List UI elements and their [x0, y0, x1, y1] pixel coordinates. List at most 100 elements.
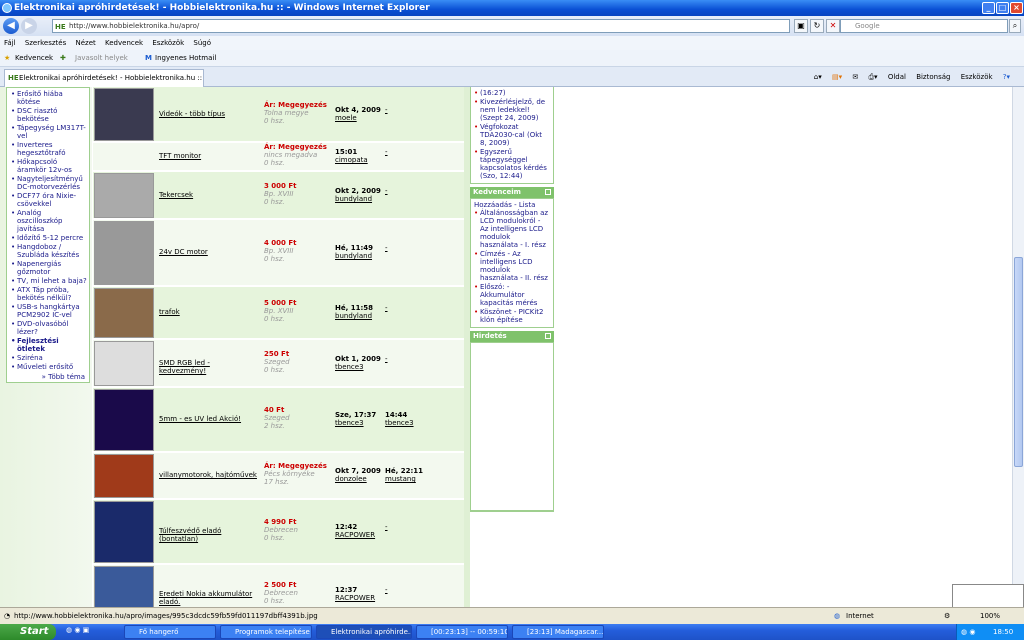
last-reply-user[interactable]: - — [385, 304, 388, 312]
menu-tools[interactable]: Eszközök — [152, 39, 184, 47]
last-reply-user[interactable]: mustang — [385, 475, 416, 483]
minimize-button[interactable]: _ — [982, 2, 995, 14]
topic-link[interactable]: Tápegység LM317T-vel — [11, 124, 87, 140]
help-icon[interactable]: ?▾ — [1003, 73, 1010, 81]
tray-icons[interactable]: ◍ ◉ — [961, 624, 975, 640]
menu-file[interactable]: Fájl — [4, 39, 16, 47]
listing-user-link[interactable]: moele — [335, 114, 357, 122]
listing-thumbnail[interactable] — [94, 288, 154, 338]
last-reply-user[interactable]: - — [385, 523, 388, 531]
favorite-article-link[interactable]: Címzés - Az intelligens LCD modulok hasz… — [474, 250, 550, 282]
more-topics-link[interactable]: » Több téma — [11, 373, 87, 381]
suggested-sites-link[interactable]: Javasolt helyek — [75, 50, 128, 67]
safety-menu[interactable]: Biztonság — [916, 73, 950, 81]
favorites-button[interactable]: Kedvencek — [15, 50, 53, 67]
recent-topic-link[interactable]: (16:27) — [474, 89, 550, 97]
expand-icon[interactable] — [545, 189, 551, 195]
task-ie[interactable]: Elektronikai apróhirde... — [316, 625, 412, 639]
last-reply-user[interactable]: - — [385, 586, 388, 594]
listing-title-link[interactable]: trafok — [159, 308, 180, 316]
topic-link[interactable]: USB-s hangkártya PCM2902 IC-vel — [11, 303, 87, 319]
topic-link[interactable]: DCF77 óra Nixie-csövekkel — [11, 192, 87, 208]
search-icon[interactable]: ⌕ — [1009, 19, 1021, 33]
listing-user-link[interactable]: donzolee — [335, 475, 367, 483]
topic-link[interactable]: TV, mi lehet a baja? — [11, 277, 87, 285]
topic-link[interactable]: Inverteres hegesztőtrafó — [11, 141, 87, 157]
listing-thumbnail[interactable] — [94, 501, 154, 563]
topic-link[interactable]: DVD-olvasóból lézer? — [11, 320, 87, 336]
expand-icon[interactable] — [545, 333, 551, 339]
menu-view[interactable]: Nézet — [75, 39, 95, 47]
last-reply-user[interactable]: - — [385, 244, 388, 252]
listing-user-link[interactable]: cimopata — [335, 156, 368, 164]
task-player[interactable]: [00:23:13] -- 00:59:10] — [416, 625, 508, 639]
listing-thumbnail[interactable] — [94, 88, 154, 141]
listing-title-link[interactable]: Túlfeszvédő eladó (bontatlan) — [159, 527, 221, 543]
topic-link[interactable]: Időzítő 5-12 percre — [11, 234, 87, 242]
compat-view-icon[interactable]: ▣ — [794, 19, 808, 33]
listing-title-link[interactable]: Eredeti Nokia akkumulátor eladó. — [159, 590, 252, 606]
url-input[interactable]: HE http://www.hobbielektronika.hu/apro/ — [52, 19, 790, 33]
listing-title-link[interactable]: Videók - több típus — [159, 110, 225, 118]
recent-topic-link[interactable]: Végfokozat TDA2030-cal (Okt 8, 2009) — [474, 123, 550, 147]
print-icon[interactable]: ⎙▾ — [868, 73, 877, 81]
scrollbar-thumb[interactable] — [1014, 257, 1023, 467]
last-reply-user[interactable]: tbence3 — [385, 419, 414, 427]
start-button[interactable]: Start — [0, 624, 56, 640]
listing-thumbnail[interactable] — [94, 221, 154, 285]
listing-title-link[interactable]: TFT monitor — [159, 152, 201, 160]
topic-link[interactable]: Fejlesztési ötletek — [11, 337, 87, 353]
topic-link[interactable]: DSC riasztó bekötése — [11, 107, 87, 123]
favorite-article-link[interactable]: Előszó: - Akkumulátor kapacitás mérés — [474, 283, 550, 307]
tools-menu[interactable]: Eszközök — [961, 73, 993, 81]
favorites-add-list-link[interactable]: Hozzáadás - Lista — [474, 201, 550, 209]
menu-edit[interactable]: Szerkesztés — [25, 39, 66, 47]
listing-title-link[interactable]: Tekercsek — [159, 191, 193, 199]
topic-link[interactable]: ATX Táp próba, bekötés nélkül? — [11, 286, 87, 302]
stop-icon[interactable]: ✕ — [826, 19, 840, 33]
listing-user-link[interactable]: tbence3 — [335, 363, 364, 371]
zoom-level[interactable]: 100% — [980, 608, 1000, 624]
mail-icon[interactable]: ✉ — [852, 73, 858, 81]
topic-link[interactable]: Műveleti erősítő — [11, 363, 87, 371]
refresh-icon[interactable]: ↻ — [810, 19, 824, 33]
topic-link[interactable]: Hőkapcsoló áramkör 12v-os — [11, 158, 87, 174]
last-reply-user[interactable]: - — [385, 148, 388, 156]
add-favorite-icon[interactable]: ✚ — [60, 50, 66, 67]
forward-icon[interactable]: ▶ — [21, 18, 37, 34]
task-volume[interactable]: Fő hangerő — [124, 625, 216, 639]
menu-favorites[interactable]: Kedvencek — [105, 39, 143, 47]
menu-help[interactable]: Súgó — [193, 39, 211, 47]
page-menu[interactable]: Oldal — [888, 73, 906, 81]
listing-user-link[interactable]: bundyland — [335, 195, 372, 203]
task-programs[interactable]: Programok telepítése ... — [220, 625, 312, 639]
listing-thumbnail[interactable] — [94, 454, 154, 498]
favorite-article-link[interactable]: Általánosságban az LCD modulokról - Az i… — [474, 209, 550, 249]
topic-link[interactable]: Erősítő hiába kötése — [11, 90, 87, 106]
listing-user-link[interactable]: RACPOWER — [335, 594, 375, 602]
listing-title-link[interactable]: 24v DC motor — [159, 248, 208, 256]
feeds-icon[interactable]: ▤▾ — [832, 73, 842, 81]
task-madagascar[interactable]: [23:13] Madagascar.... — [512, 625, 604, 639]
recent-topic-link[interactable]: Egyszerű tápegységgel kapcsolatos kérdés… — [474, 148, 550, 180]
recent-topic-link[interactable]: Kivezérlésjelző, de nem ledekkel! (Szept… — [474, 98, 550, 122]
protected-mode-icon[interactable]: ⚙ — [944, 608, 950, 624]
listing-user-link[interactable]: tbence3 — [335, 419, 364, 427]
listing-user-link[interactable]: bundyland — [335, 312, 372, 320]
hotmail-link[interactable]: Ingyenes Hotmail — [155, 50, 216, 67]
listing-user-link[interactable]: bundyland — [335, 252, 372, 260]
quick-launch-icons[interactable]: ◍ ◉ ▣ — [66, 626, 89, 634]
last-reply-user[interactable]: - — [385, 187, 388, 195]
favorite-article-link[interactable]: Köszönet - PICKit2 klón építése — [474, 308, 550, 324]
vertical-scrollbar[interactable] — [1012, 87, 1024, 607]
topic-link[interactable]: Nagyteljesítményű DC-motorvezérlés — [11, 175, 87, 191]
last-reply-user[interactable]: - — [385, 106, 388, 114]
home-icon[interactable]: ⌂▾ — [814, 73, 822, 81]
close-button[interactable]: × — [1010, 2, 1023, 14]
maximize-button[interactable]: □ — [996, 2, 1009, 14]
back-icon[interactable]: ◀ — [3, 18, 19, 34]
last-reply-user[interactable]: - — [385, 355, 388, 363]
topic-link[interactable]: Sziréna — [11, 354, 87, 362]
listing-title-link[interactable]: villanymotorok, hajtóművek — [159, 471, 257, 479]
tab-active[interactable]: HE Elektronikai apróhirdetések! - Hobbie… — [4, 69, 204, 87]
